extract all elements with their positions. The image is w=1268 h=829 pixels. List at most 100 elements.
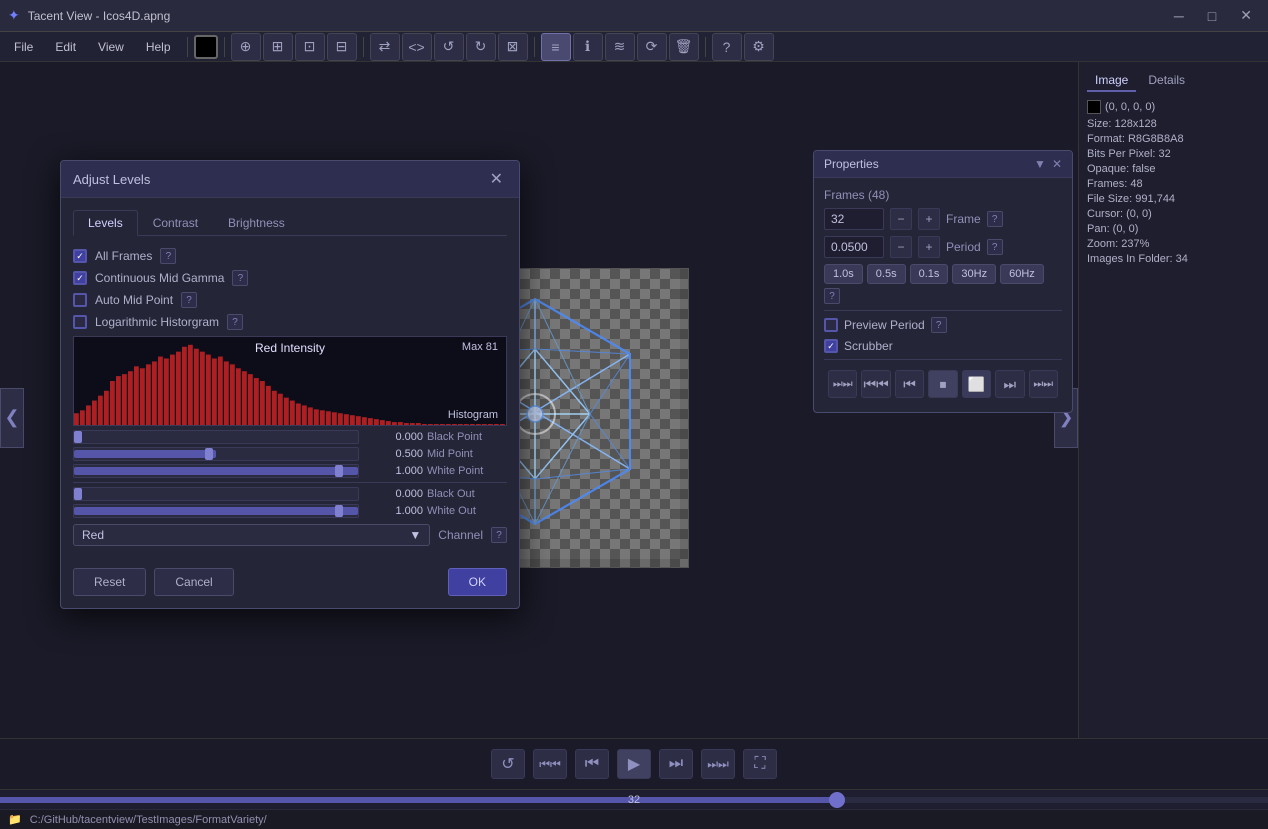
properties-pin-button[interactable]: ▼	[1034, 157, 1046, 171]
toolbar-help-button[interactable]: ?	[712, 33, 742, 61]
maximize-button[interactable]: □	[1200, 5, 1224, 26]
speed-05s-button[interactable]: 0.5s	[867, 264, 906, 284]
properties-body: Frames (48) − + Frame ? − + Period ? 1.0…	[814, 178, 1072, 412]
period-input[interactable]	[824, 236, 884, 258]
checkbox-auto-mid[interactable]	[73, 293, 87, 307]
white-out-value: 1.000	[363, 505, 423, 517]
toolbar-undo-button[interactable]: ↺	[434, 33, 464, 61]
reset-button[interactable]: Reset	[73, 568, 146, 596]
dialog-tabs: Levels Contrast Brightness	[73, 210, 507, 236]
speed-1s-button[interactable]: 1.0s	[824, 264, 863, 284]
checkbox-continuous[interactable]	[73, 271, 87, 285]
properties-controls: ▼ ✕	[1034, 157, 1062, 171]
dialog-header: Adjust Levels ✕	[61, 161, 519, 198]
period-plus-button[interactable]: +	[918, 236, 940, 258]
continuous-help[interactable]: ?	[232, 270, 248, 286]
toolbar-tile-button[interactable]: ⊡	[295, 33, 325, 61]
period-help[interactable]: ?	[987, 239, 1003, 255]
ok-button[interactable]: OK	[448, 568, 507, 596]
black-out-slider[interactable]	[73, 487, 359, 501]
props-transport-to-start-button[interactable]: ⏭⏭	[1029, 370, 1058, 398]
cancel-button[interactable]: Cancel	[154, 568, 233, 596]
checkbox-all-frames[interactable]	[73, 249, 87, 263]
preview-period-checkbox[interactable]	[824, 318, 838, 332]
menu-view[interactable]: View	[88, 36, 134, 58]
channel-dropdown-arrow: ▼	[409, 528, 421, 542]
transport-play-button[interactable]: ▶	[617, 749, 651, 779]
frame-minus-button[interactable]: −	[890, 208, 912, 230]
speed-60hz-button[interactable]: 60Hz	[1000, 264, 1044, 284]
toolbar-filter-button[interactable]: ≋	[605, 33, 635, 61]
close-button[interactable]: ✕	[1232, 5, 1260, 26]
preview-period-help[interactable]: ?	[931, 317, 947, 333]
period-row: − + Period ?	[824, 236, 1062, 258]
frame-input[interactable]	[824, 208, 884, 230]
speed-30hz-button[interactable]: 30Hz	[952, 264, 996, 284]
props-transport-step-next-button[interactable]: ⏭	[995, 370, 1024, 398]
transport-last-button[interactable]: ⏭⏭	[701, 749, 735, 779]
toolbar-crop-button[interactable]: ⊠	[498, 33, 528, 61]
frame-help[interactable]: ?	[987, 211, 1003, 227]
toolbar-delete-button[interactable]: 🗑	[669, 33, 699, 61]
white-point-slider[interactable]	[73, 464, 359, 478]
frame-plus-button[interactable]: +	[918, 208, 940, 230]
transport-prev-button[interactable]: ⏮	[575, 749, 609, 779]
log-hist-help[interactable]: ?	[227, 314, 243, 330]
checkbox-log-hist[interactable]	[73, 315, 87, 329]
menu-edit[interactable]: Edit	[45, 36, 86, 58]
black-out-value: 0.000	[363, 488, 423, 500]
white-out-slider[interactable]	[73, 504, 359, 518]
progress-thumb	[829, 792, 845, 808]
menu-file[interactable]: File	[4, 36, 43, 58]
props-transport-stop-button[interactable]: ⏹	[928, 370, 957, 398]
checkbox-auto-mid-row: Auto Mid Point ?	[73, 292, 507, 308]
toolbar-levels-button[interactable]: ≡	[541, 33, 571, 61]
dialog-close-button[interactable]: ✕	[486, 169, 507, 189]
adjust-levels-dialog: Adjust Levels ✕ Levels Contrast Brightne…	[60, 160, 520, 609]
minimize-button[interactable]: ─	[1166, 5, 1192, 26]
speed-01s-button[interactable]: 0.1s	[910, 264, 949, 284]
auto-mid-help[interactable]: ?	[181, 292, 197, 308]
size-info: Size: 128x128	[1087, 118, 1260, 130]
tab-brightness[interactable]: Brightness	[213, 210, 300, 236]
tab-levels[interactable]: Levels	[73, 210, 138, 236]
transport-fullscreen-button[interactable]: ⛶	[743, 749, 777, 779]
toolbar-thumbnails-button[interactable]: ⊕	[231, 33, 261, 61]
scrubber-checkbox[interactable]	[824, 339, 838, 353]
toolbar-code-button[interactable]: <>	[402, 33, 432, 61]
props-transport-step-prev-button[interactable]: ⏮	[895, 370, 924, 398]
transport-next-button[interactable]: ⏭	[659, 749, 693, 779]
toolbar-flip-h-button[interactable]: ⇄	[370, 33, 400, 61]
progress-bar-container[interactable]: 32	[0, 789, 1268, 809]
period-minus-button[interactable]: −	[890, 236, 912, 258]
transport-first-button[interactable]: ⏮⏮	[533, 749, 567, 779]
channel-select[interactable]: Red ▼	[73, 524, 430, 546]
nav-prev-button[interactable]: ❮	[0, 388, 24, 448]
transport-loop-button[interactable]: ↺	[491, 749, 525, 779]
toolbar-redo-button[interactable]: ↻	[466, 33, 496, 61]
speed-help[interactable]: ?	[824, 288, 840, 304]
levels-section: 0.000 Black Point 0.500 Mid Point 1.000	[73, 430, 507, 518]
mid-point-slider[interactable]	[73, 447, 359, 461]
props-transport-to-end-button[interactable]: ⏭⏭	[828, 370, 857, 398]
tab-image[interactable]: Image	[1087, 70, 1136, 92]
tab-details[interactable]: Details	[1140, 70, 1193, 92]
toolbar-filmstrip-button[interactable]: ⊞	[263, 33, 293, 61]
images-folder-info: Images In Folder: 34	[1087, 253, 1260, 265]
speed-buttons-row: 1.0s 0.5s 0.1s 30Hz 60Hz ?	[824, 264, 1062, 304]
props-transport-prev-button[interactable]: ⏮⏮	[861, 370, 890, 398]
toolbar-settings-button[interactable]: ⚙	[744, 33, 774, 61]
toolbar-refresh-button[interactable]: ⟳	[637, 33, 667, 61]
props-transport-stop2-button[interactable]: ⬜	[962, 370, 991, 398]
toolbar-grid-button[interactable]: ⊟	[327, 33, 357, 61]
tab-contrast[interactable]: Contrast	[138, 210, 213, 236]
channel-help[interactable]: ?	[491, 527, 507, 543]
color-picker-button[interactable]	[194, 35, 218, 59]
toolbar-info-button[interactable]: ℹ	[573, 33, 603, 61]
all-frames-help[interactable]: ?	[160, 248, 176, 264]
properties-close-button[interactable]: ✕	[1052, 157, 1062, 171]
color-swatch	[1087, 100, 1101, 114]
dialog-footer: Reset Cancel OK	[61, 558, 519, 608]
menu-help[interactable]: Help	[136, 36, 181, 58]
black-point-slider[interactable]	[73, 430, 359, 444]
